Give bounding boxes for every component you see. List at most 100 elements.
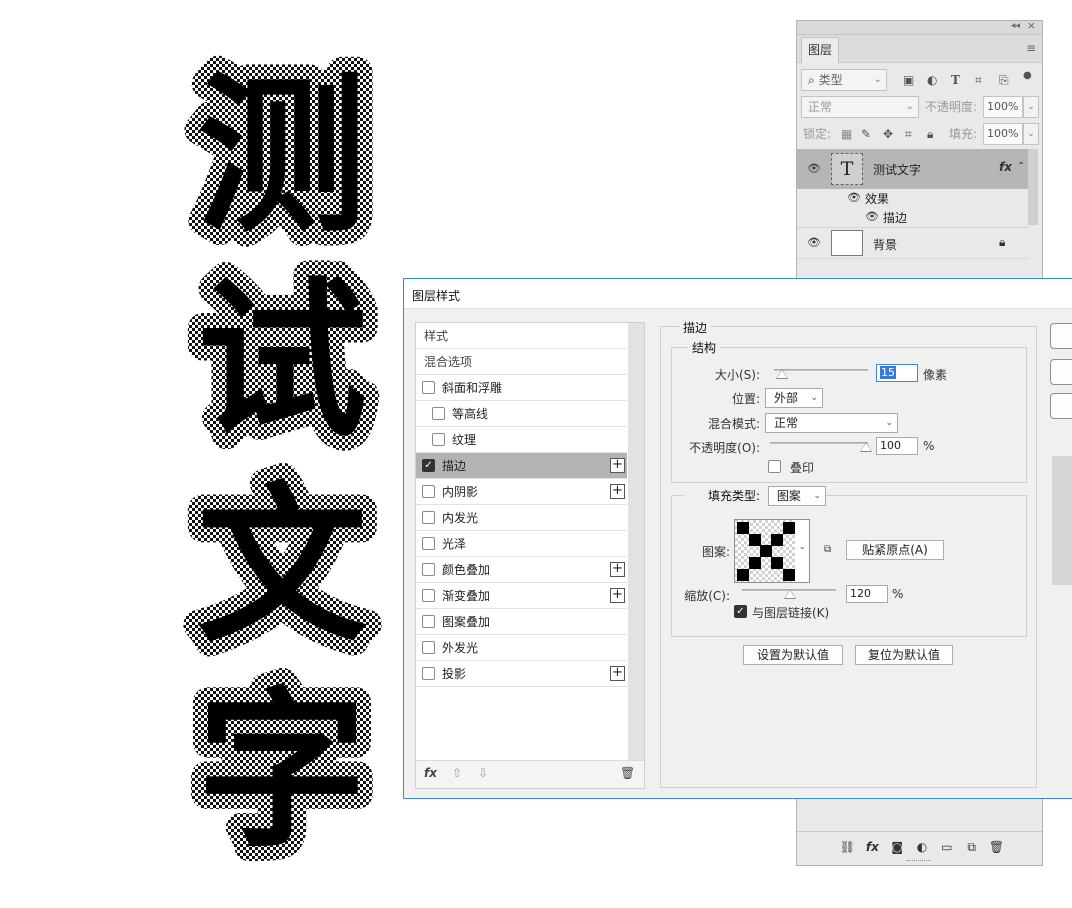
size-slider-thumb[interactable] [776, 369, 788, 379]
resize-grip[interactable] [907, 860, 931, 863]
shape-filter-icon[interactable]: ⌗ [975, 69, 982, 91]
style-checkbox[interactable] [432, 433, 445, 446]
fx-menu-icon[interactable]: fx [424, 766, 437, 780]
snap-to-origin-button[interactable]: 贴紧原点(A) [846, 540, 944, 560]
style-item[interactable]: 图案叠加 [416, 609, 627, 635]
lock-pixels-icon[interactable]: ✎ [861, 123, 871, 145]
opacity-slider-thumb[interactable] [860, 442, 872, 452]
stroke-blend-select[interactable]: 正常 ⌄ [765, 413, 898, 433]
panel-scrollbar[interactable] [1028, 149, 1038, 225]
eye-icon[interactable]: 👁︎ [807, 236, 821, 249]
overprint-checkbox[interactable] [768, 460, 781, 473]
style-list-scrollbar[interactable] [628, 323, 644, 761]
fill-dropdown-button[interactable]: ⌄ [1023, 123, 1039, 145]
add-instance-icon[interactable]: + [610, 666, 625, 681]
fill-input[interactable]: 100% [983, 123, 1023, 145]
opacity-input[interactable]: 100 [876, 437, 918, 455]
panel-menu-icon[interactable]: ≡ [1026, 41, 1036, 55]
move-down-icon[interactable]: ⇩ [478, 766, 488, 780]
style-checkbox[interactable] [422, 563, 435, 576]
image-filter-icon[interactable]: ▣ [903, 69, 914, 91]
style-item[interactable]: 内发光 [416, 505, 627, 531]
lock-all-icon[interactable]: 🔒︎ [927, 123, 933, 145]
style-checkbox[interactable] [422, 667, 435, 680]
style-item[interactable]: ✓ 描边 + [416, 453, 627, 479]
lock-icon[interactable]: 🔒︎ [999, 235, 1005, 250]
add-style-icon[interactable]: fx [862, 840, 883, 854]
style-checkbox[interactable] [422, 615, 435, 628]
style-checkbox[interactable] [422, 381, 435, 394]
style-list-header-styles[interactable]: 样式 [416, 323, 627, 349]
filter-toggle-icon[interactable]: ● [1023, 65, 1032, 87]
size-slider-track[interactable] [774, 369, 868, 371]
style-item[interactable]: 投影 + [416, 661, 627, 687]
position-select[interactable]: 外部 ⌄ [765, 388, 823, 408]
cancel-button[interactable] [1050, 359, 1072, 385]
collapse-icon[interactable]: ◂◂ [1011, 21, 1020, 31]
scale-input[interactable]: 120 [846, 585, 888, 603]
lock-transparency-icon[interactable]: ▦ [841, 123, 852, 145]
ok-button[interactable] [1050, 323, 1072, 349]
style-item[interactable]: 内阴影 + [416, 479, 627, 505]
opacity-slider-track[interactable] [770, 442, 868, 444]
style-checkbox[interactable] [422, 589, 435, 602]
pattern-picker[interactable]: ⌄ [734, 519, 810, 583]
layer-name[interactable]: 背景 [873, 236, 897, 253]
style-checkbox[interactable] [422, 485, 435, 498]
delete-layer-icon[interactable]: 🗑︎ [986, 840, 1007, 854]
style-checkbox[interactable]: ✓ [422, 459, 435, 472]
layer-row-text[interactable]: 👁︎ T 测试文字 fx ⌃ [797, 149, 1029, 189]
delete-effect-icon[interactable]: 🗑︎ [620, 766, 635, 780]
close-icon[interactable]: × [1027, 19, 1036, 32]
set-default-button[interactable]: 设置为默认值 [743, 645, 843, 665]
link-layers-icon[interactable]: ⛓︎ [837, 840, 858, 854]
add-instance-icon[interactable]: + [610, 562, 625, 577]
style-list-header-blending[interactable]: 混合选项 [416, 349, 627, 375]
chevron-up-icon[interactable]: ⌃ [1017, 161, 1025, 172]
filter-kind-select[interactable]: ⌕ 类型 ⌄ [801, 69, 887, 91]
layer-name[interactable]: 测试文字 [873, 161, 921, 178]
adjustment-filter-icon[interactable]: ◐ [927, 69, 937, 91]
new-layer-icon[interactable]: ⧉ [961, 840, 982, 855]
new-style-button[interactable] [1050, 393, 1072, 419]
layer-row-background[interactable]: 👁︎ 背景 🔒︎ [797, 227, 1029, 259]
size-input[interactable]: 15 [876, 364, 918, 382]
add-instance-icon[interactable]: + [610, 484, 625, 499]
style-item[interactable]: 颜色叠加 + [416, 557, 627, 583]
reset-default-button[interactable]: 复位为默认值 [855, 645, 953, 665]
lock-artboard-icon[interactable]: ⌗ [905, 123, 912, 145]
style-checkbox[interactable] [422, 537, 435, 550]
eye-icon[interactable]: 👁︎ [847, 191, 861, 204]
effect-stroke-row[interactable]: 👁︎ 描边 [797, 208, 1029, 227]
eye-icon[interactable]: 👁︎ [865, 210, 879, 223]
new-preset-icon[interactable]: ⧉ [824, 544, 831, 555]
smart-object-filter-icon[interactable]: ⎘ [999, 69, 1009, 91]
style-checkbox[interactable] [422, 641, 435, 654]
style-item[interactable]: 外发光 [416, 635, 627, 661]
tab-layers[interactable]: 图层 [801, 37, 839, 63]
style-checkbox[interactable] [422, 511, 435, 524]
add-mask-icon[interactable]: ◙ [887, 840, 908, 854]
new-group-icon[interactable]: ▭ [936, 840, 957, 854]
fill-type-select[interactable]: 图案 ⌄ [767, 486, 826, 506]
lock-position-icon[interactable]: ✥ [883, 123, 893, 145]
dialog-titlebar[interactable]: 图层样式 [404, 279, 1072, 309]
fx-badge[interactable]: fx [999, 160, 1012, 174]
opacity-dropdown-button[interactable]: ⌄ [1023, 96, 1039, 118]
style-item[interactable]: 纹理 [416, 427, 627, 453]
type-filter-icon[interactable]: T [951, 69, 960, 91]
style-checkbox[interactable] [432, 407, 445, 420]
add-instance-icon[interactable]: + [610, 588, 625, 603]
style-item[interactable]: 等高线 [416, 401, 627, 427]
opacity-input[interactable]: 100% [983, 96, 1023, 118]
add-instance-icon[interactable]: + [610, 458, 625, 473]
blend-mode-select[interactable]: 正常 ⌄ [801, 96, 919, 118]
style-item[interactable]: 斜面和浮雕 [416, 375, 627, 401]
new-adjustment-icon[interactable]: ◐ [911, 840, 932, 854]
scale-slider-thumb[interactable] [784, 589, 796, 599]
style-item[interactable]: 光泽 [416, 531, 627, 557]
link-with-layer-checkbox[interactable]: ✓ [734, 605, 747, 618]
eye-icon[interactable]: 👁︎ [807, 162, 821, 175]
effects-row[interactable]: 👁︎ 效果 [797, 189, 1029, 208]
move-up-icon[interactable]: ⇧ [452, 766, 462, 780]
